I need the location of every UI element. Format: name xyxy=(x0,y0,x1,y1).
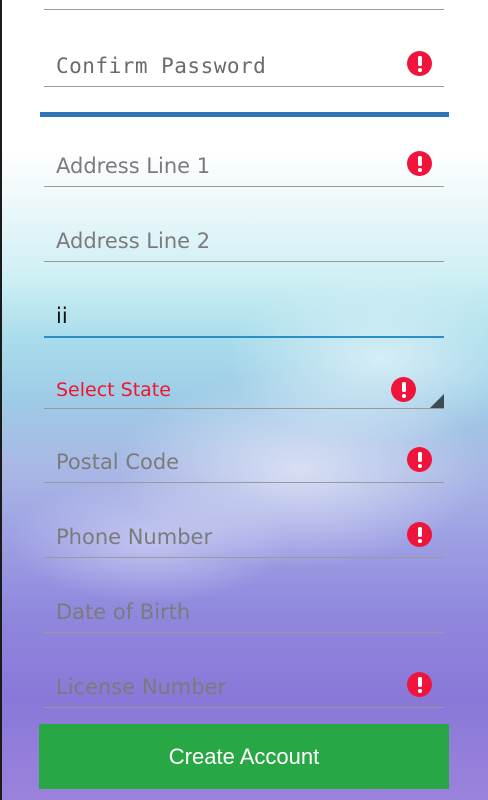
error-icon xyxy=(407,151,432,176)
state-select[interactable]: Select State xyxy=(44,364,444,409)
city-value: ii xyxy=(56,304,68,328)
error-icon xyxy=(407,522,432,547)
date-of-birth-field[interactable]: Date of Birth xyxy=(44,588,444,633)
window-edge xyxy=(0,0,2,800)
date-of-birth-placeholder: Date of Birth xyxy=(56,600,191,624)
error-icon xyxy=(407,447,432,472)
error-icon xyxy=(407,672,432,697)
error-icon xyxy=(391,377,416,402)
confirm-password-field[interactable]: Confirm Password xyxy=(44,42,444,87)
create-account-button[interactable]: Create Account xyxy=(39,724,449,789)
password-field-partial[interactable] xyxy=(44,0,444,10)
address-line-2-placeholder: Address Line 2 xyxy=(56,229,211,253)
state-placeholder: Select State xyxy=(56,379,171,401)
address-line-1-field[interactable]: Address Line 1 xyxy=(44,142,444,187)
address-line-1-placeholder: Address Line 1 xyxy=(56,154,211,178)
license-number-placeholder: License Number xyxy=(56,675,227,699)
address-line-2-field[interactable]: Address Line 2 xyxy=(44,217,444,262)
license-number-field[interactable]: License Number xyxy=(44,663,444,708)
confirm-password-placeholder: Confirm Password xyxy=(56,54,267,78)
postal-code-field[interactable]: Postal Code xyxy=(44,438,444,483)
phone-number-placeholder: Phone Number xyxy=(56,525,213,549)
city-field[interactable]: ii xyxy=(44,292,444,338)
section-divider xyxy=(40,112,449,117)
error-icon xyxy=(407,51,432,76)
postal-code-placeholder: Postal Code xyxy=(56,450,180,474)
dropdown-arrow-icon[interactable] xyxy=(430,394,444,408)
phone-number-field[interactable]: Phone Number xyxy=(44,513,444,558)
